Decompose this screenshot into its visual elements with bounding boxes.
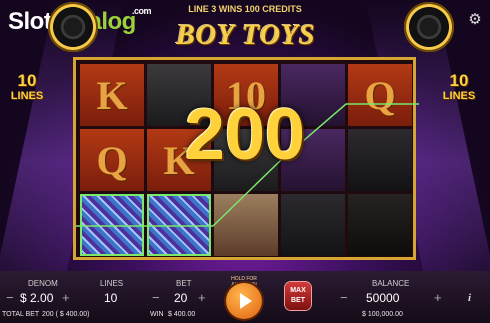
reel-symbol-letter: Q — [80, 129, 144, 191]
reel-symbol-letter: Q — [348, 64, 412, 126]
denom-plus-button[interactable]: + — [62, 290, 70, 305]
lines-tag-right: 10 LINES — [436, 71, 482, 103]
max-bet-line1: MAX — [290, 287, 306, 294]
bet-value: 20 — [174, 291, 188, 305]
speaker-icon — [404, 2, 454, 52]
lines-tag-number: 10 — [449, 71, 469, 90]
watermark-com: .com — [132, 6, 152, 16]
total-bet-value: 200 ( $ 400.00) — [42, 311, 90, 318]
balance-label: BALANCE — [372, 279, 410, 288]
play-icon — [240, 293, 252, 309]
reel-symbol-label: Q — [96, 137, 128, 183]
balance-money-value: $ 100,000.00 — [362, 311, 403, 318]
lines-tag-number: 10 — [17, 71, 37, 90]
win-amount: 200 — [184, 95, 306, 175]
bet-label: BET — [176, 279, 192, 288]
watermark-slot: Slot — [8, 8, 52, 35]
reel-symbol-bottle — [348, 194, 412, 256]
lines-tag-word: LINES — [10, 90, 44, 102]
reel-symbol-disco — [147, 194, 211, 256]
reel-symbol-label: Q — [364, 72, 396, 118]
spin-button[interactable] — [226, 283, 262, 319]
lines-tag-word: LINES — [442, 90, 476, 102]
bet-plus-button[interactable]: + — [198, 290, 206, 305]
max-bet-button[interactable]: MAX BET — [285, 282, 311, 310]
denom-minus-button[interactable]: − — [6, 290, 14, 305]
reel-symbol-girl — [214, 194, 278, 256]
reel-symbol-boat — [348, 129, 412, 191]
denom-label: DENOM — [28, 279, 58, 288]
reel-symbol-label: K — [96, 72, 128, 118]
denom-value: $ 2.00 — [20, 291, 54, 305]
speaker-icon — [48, 2, 98, 52]
info-icon[interactable]: i — [468, 292, 471, 304]
reel-symbol-boat — [281, 194, 345, 256]
total-bet-label: TOTAL BET — [2, 311, 40, 318]
lines-tag-left: 10 LINES — [4, 71, 50, 103]
win-label: WIN — [150, 311, 164, 318]
game-stage: SlotCatalog .com LINE 3 WINS 100 CREDITS… — [0, 0, 490, 323]
reel-symbol-letter: K — [80, 64, 144, 126]
lines-value: 10 — [104, 291, 118, 305]
game-logo: BOY TOYS — [176, 20, 316, 51]
lines-label: LINES — [100, 279, 124, 288]
reel-symbol-disco — [80, 194, 144, 256]
win-line-message: LINE 3 WINS 100 CREDITS — [188, 4, 302, 14]
balance-value: 50000 — [366, 291, 400, 305]
gear-icon[interactable]: ⚙ — [466, 10, 484, 28]
balance-minus-button[interactable]: − — [340, 290, 348, 305]
win-value: $ 400.00 — [168, 311, 196, 318]
max-bet-line2: BET — [291, 297, 305, 304]
balance-plus-button[interactable]: + — [434, 290, 442, 305]
bet-minus-button[interactable]: − — [152, 290, 160, 305]
